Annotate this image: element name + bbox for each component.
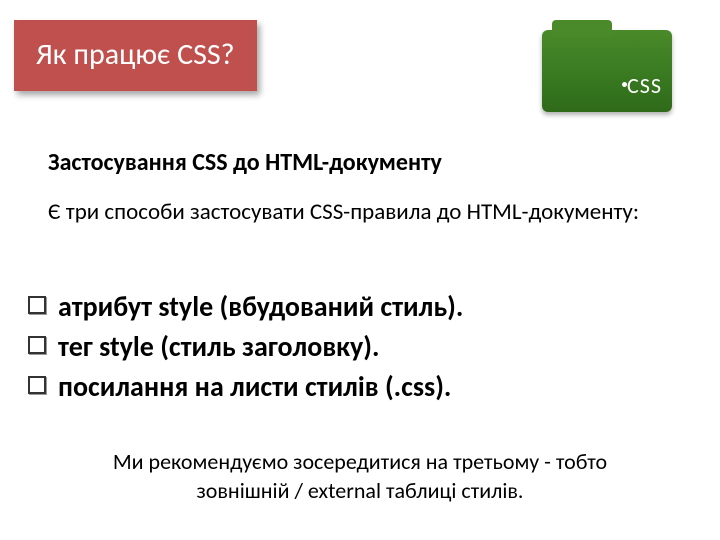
square-bullet-icon xyxy=(28,296,46,314)
methods-list: атрибут style (вбудований стиль). тег st… xyxy=(28,288,688,407)
recommendation-text: Ми рекомендуємо зосередитися на третьому… xyxy=(0,448,720,505)
section-subtitle: Застосування CSS до HTML-документу xyxy=(48,148,442,177)
icon-text: CSS xyxy=(627,72,662,99)
folder-shape: CSS xyxy=(542,30,672,112)
slide-title: Як працює CSS? xyxy=(14,20,257,91)
list-item-text: тег style (стиль заголовку). xyxy=(58,328,380,366)
css-folder-icon: CSS xyxy=(542,22,672,112)
square-bullet-icon xyxy=(28,336,46,354)
intro-text: Є три способи застосувати CSS-правила до… xyxy=(48,198,648,227)
list-item-text: посилання на листи стилів (.css). xyxy=(58,368,451,406)
list-item: атрибут style (вбудований стиль). xyxy=(28,288,688,326)
list-item: тег style (стиль заголовку). xyxy=(28,328,688,366)
list-item-text: атрибут style (вбудований стиль). xyxy=(58,288,463,326)
square-bullet-icon xyxy=(28,376,46,394)
list-item: посилання на листи стилів (.css). xyxy=(28,368,688,406)
